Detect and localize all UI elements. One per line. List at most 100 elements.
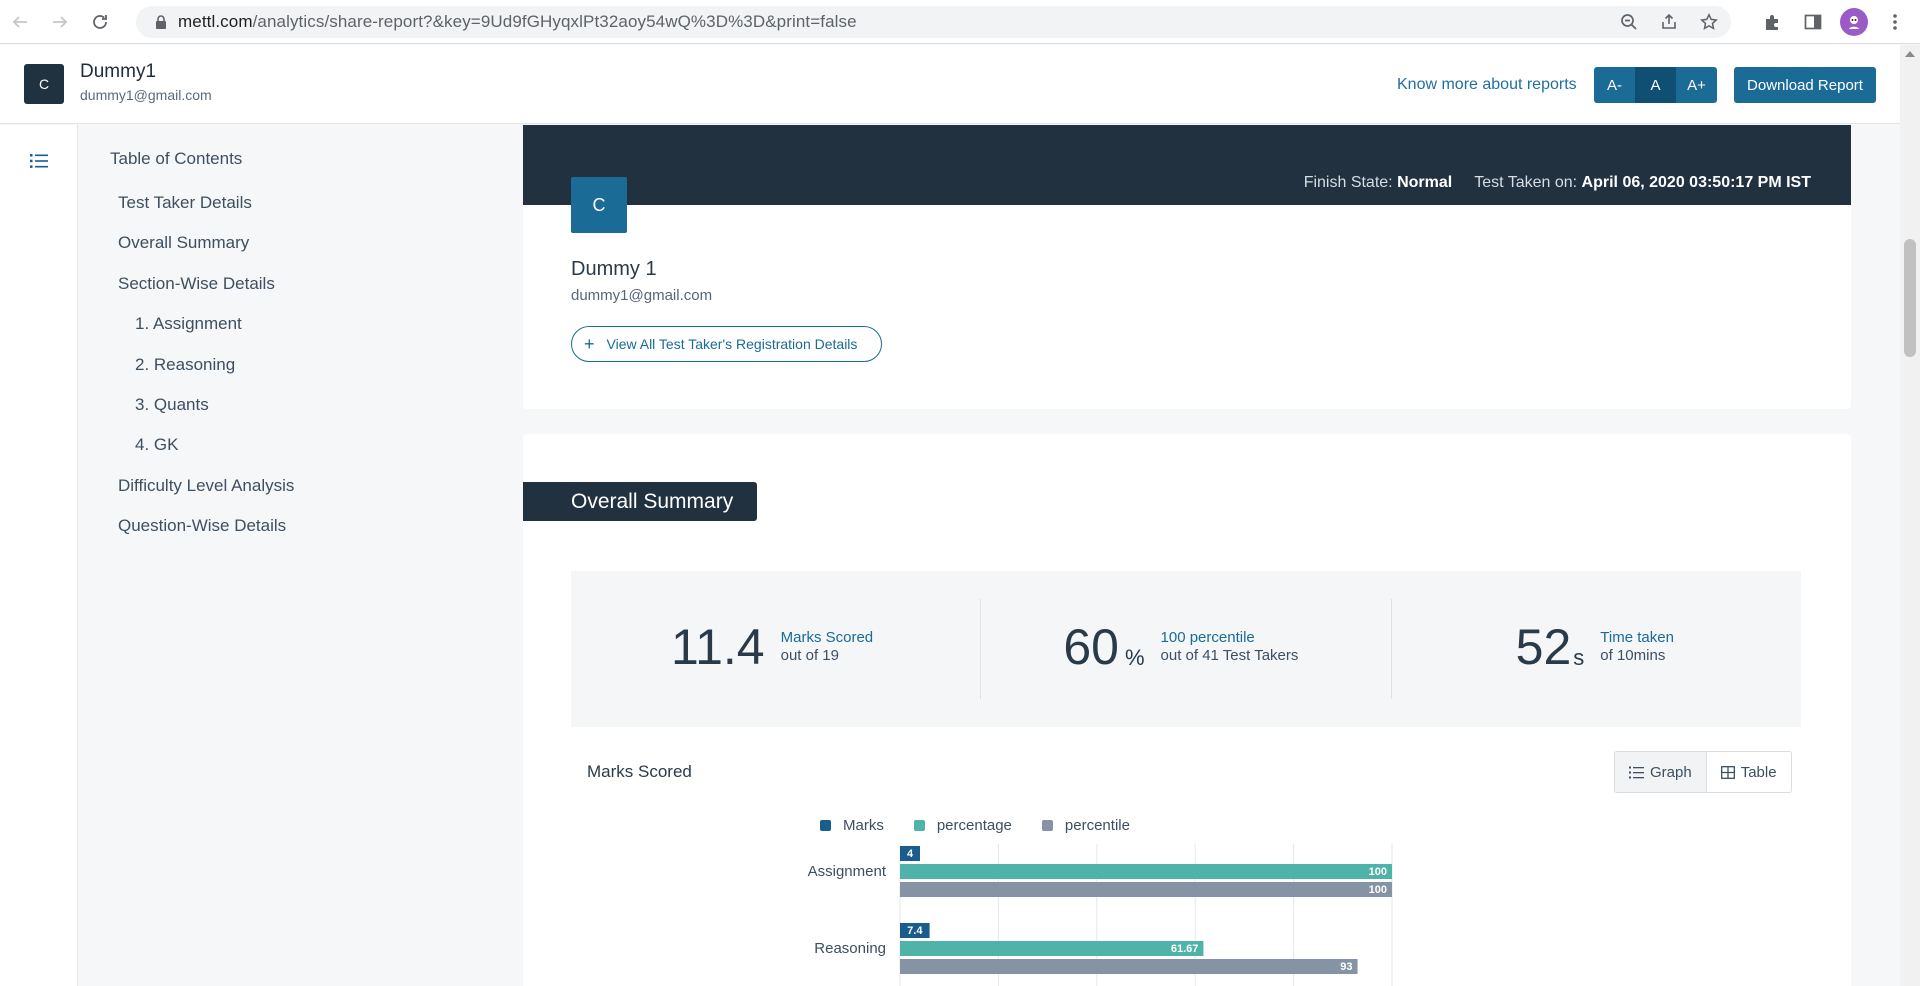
avatar: C — [24, 64, 64, 104]
data-label: 100 — [1369, 884, 1387, 896]
extensions-icon[interactable] — [1760, 9, 1786, 35]
plus-icon: + — [584, 334, 595, 354]
share-icon[interactable] — [1657, 10, 1681, 34]
font-size-controls: A- A A+ — [1594, 67, 1717, 103]
know-more-link[interactable]: Know more about reports — [1397, 76, 1577, 94]
time-label: Time taken — [1600, 629, 1674, 646]
table-icon — [1720, 765, 1735, 779]
profile-avatar-icon[interactable] — [1840, 8, 1868, 36]
graph-view-button[interactable]: Graph — [1615, 752, 1707, 792]
profile-avatar: C — [571, 177, 627, 233]
data-label: 61.67 — [1171, 943, 1199, 955]
reload-button[interactable] — [80, 0, 120, 44]
overall-summary-card: Overall Summary 11.4 Marks Scored out of… — [523, 434, 1851, 986]
list-icon — [1629, 766, 1644, 778]
marks-bar-chart: Assignment 4 100 100 Reasoning 7.4 61.67 93 — [808, 844, 1393, 986]
toc-item-reasoning[interactable]: 2. Reasoning — [135, 355, 235, 375]
url-host: mettl.com — [178, 12, 253, 31]
chart-legend: Marks percentage percentile — [820, 817, 1130, 834]
zoom-icon[interactable] — [1617, 10, 1641, 34]
time-sub: of 10mins — [1600, 647, 1666, 664]
time-stat: 52 s Time taken of 10mins — [1392, 599, 1801, 699]
left-rail — [0, 125, 78, 986]
data-label: 93 — [1340, 961, 1352, 973]
table-view-label: Table — [1740, 763, 1777, 781]
test-taker-name: Dummy 1 — [571, 258, 657, 280]
toc-item-difficulty-level-analysis[interactable]: Difficulty Level Analysis — [118, 476, 294, 496]
taken-on-label: Test Taken on: — [1474, 174, 1578, 191]
toc-item-section-wise-details[interactable]: Section-Wise Details — [118, 274, 275, 294]
reload-icon — [93, 14, 107, 29]
test-taker-email: dummy1@gmail.com — [571, 287, 713, 304]
toc-item-gk[interactable]: 4. GK — [135, 435, 178, 455]
toc-title: Table of Contents — [110, 149, 243, 168]
data-label: 7.4 — [907, 925, 923, 937]
legend-swatch-percentile — [1041, 820, 1053, 831]
font-increase-button[interactable]: A+ — [1676, 67, 1717, 103]
toc-item-test-taker-details[interactable]: Test Taker Details — [118, 193, 252, 213]
percentage-stat: 60 % 100 percentile out of 41 Test Taker… — [981, 599, 1392, 699]
view-registration-details-button[interactable]: + View All Test Taker's Registration Det… — [571, 326, 882, 362]
marks-sub: out of 19 — [780, 647, 839, 664]
font-decrease-button[interactable]: A- — [1594, 67, 1635, 103]
percentile-label: 100 percentile — [1160, 629, 1255, 646]
data-label: 100 — [1369, 866, 1387, 878]
test-taker-card: Finish State: Normal Test Taken on: April… — [523, 125, 1851, 409]
legend-label-marks: Marks — [843, 817, 884, 834]
scroll-up-arrow-icon[interactable] — [1905, 51, 1915, 57]
percentage-value: 60 — [1063, 619, 1119, 675]
finish-state-label: Finish State: — [1303, 174, 1393, 191]
page-scrollbar[interactable] — [1900, 45, 1920, 986]
chart-title: Marks Scored — [587, 762, 692, 781]
toc-list-icon[interactable] — [27, 149, 51, 173]
toc-item-question-wise-details[interactable]: Question-Wise Details — [118, 516, 286, 536]
legend-item-marks[interactable]: Marks — [820, 817, 884, 834]
toc-item-overall-summary[interactable]: Overall Summary — [118, 233, 249, 253]
arrow-left-icon — [12, 15, 27, 28]
browser-menu-icon[interactable] — [1882, 9, 1908, 35]
bar-percentage — [900, 864, 1392, 879]
report-header: C Dummy1 dummy1@gmail.com Know more abou… — [0, 45, 1900, 124]
profile-banner: Finish State: Normal Test Taken on: April… — [523, 125, 1851, 205]
scrollbar-thumb[interactable] — [1904, 239, 1916, 357]
category-label: Assignment — [808, 863, 887, 880]
summary-stats: 11.4 Marks Scored out of 19 60 % 100 per… — [571, 571, 1801, 727]
toc-item-quants[interactable]: 3. Quants — [135, 395, 209, 415]
address-bar[interactable]: mettl.com/analytics/share-report?&key=9U… — [136, 6, 1731, 38]
bar-percentage — [900, 941, 1204, 956]
bar-percentile — [900, 959, 1358, 974]
forward-button[interactable] — [40, 0, 80, 44]
header-user-email: dummy1@gmail.com — [80, 87, 212, 103]
arrow-right-icon — [53, 15, 68, 28]
percentile-sub: out of 41 Test Takers — [1160, 647, 1299, 664]
taken-on-value: April 06, 2020 03:50:17 PM IST — [1581, 174, 1811, 191]
percentage-unit: % — [1124, 645, 1145, 670]
category-label: Reasoning — [814, 940, 886, 957]
marks-value: 11.4 — [671, 619, 765, 675]
download-report-button[interactable]: Download Report — [1734, 67, 1876, 103]
table-view-button[interactable]: Table — [1706, 752, 1791, 792]
time-value: 52 — [1515, 619, 1572, 675]
time-unit: s — [1573, 645, 1585, 670]
legend-swatch-marks — [820, 820, 831, 831]
back-button[interactable] — [0, 0, 40, 44]
bar-percentile — [900, 882, 1392, 897]
legend-item-percentage[interactable]: percentage — [913, 817, 1012, 834]
lock-icon — [150, 11, 172, 33]
view-toggle: Graph Table — [1614, 751, 1792, 793]
legend-label-percentage: percentage — [936, 817, 1012, 834]
font-normal-button[interactable]: A — [1635, 67, 1676, 103]
header-user-name: Dummy1 — [80, 61, 157, 82]
registration-button-label: View All Test Taker's Registration Detai… — [606, 336, 858, 352]
marks-label: Marks Scored — [780, 629, 874, 646]
legend-item-percentile[interactable]: percentile — [1041, 817, 1130, 834]
url-text: mettl.com/analytics/share-report?&key=9U… — [178, 12, 857, 32]
toc-item-assignment[interactable]: 1. Assignment — [135, 314, 242, 334]
legend-label-percentile: percentile — [1064, 817, 1130, 834]
url-path: /analytics/share-report?&key=9Ud9fGHyqxl… — [252, 12, 857, 31]
bookmark-star-icon[interactable] — [1697, 10, 1721, 34]
section-title: Overall Summary — [523, 482, 757, 521]
side-panel-icon[interactable] — [1800, 9, 1826, 35]
table-of-contents: Table of Contents Test Taker Details Ove… — [79, 125, 479, 986]
finish-state-value: Normal — [1397, 174, 1453, 191]
